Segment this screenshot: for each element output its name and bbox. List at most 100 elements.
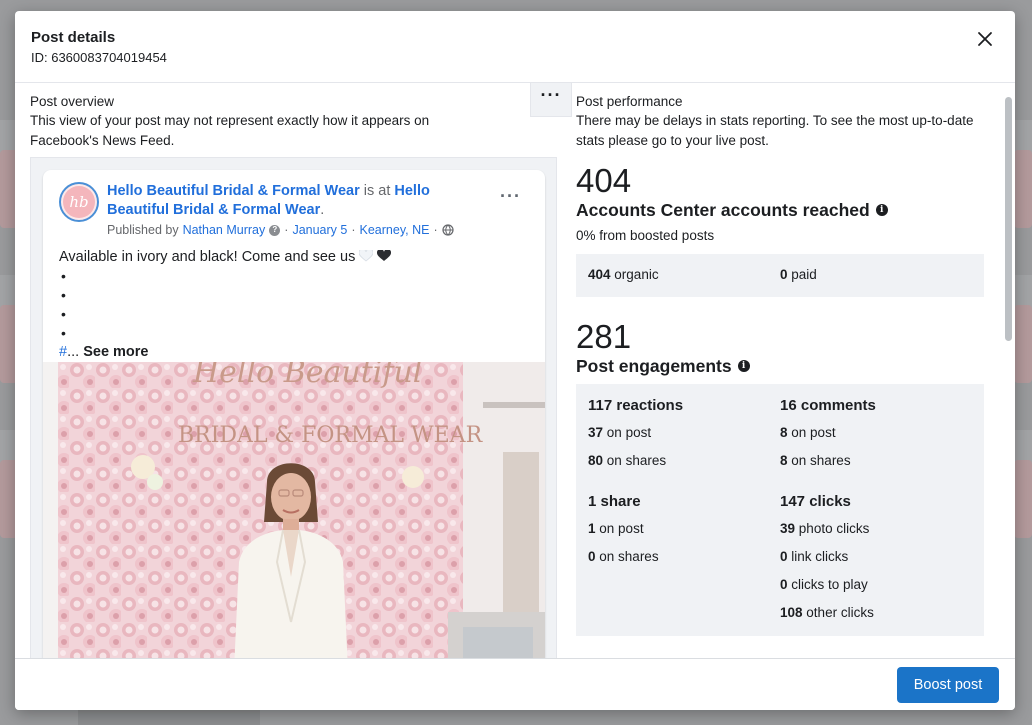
post-details-modal: Post details ID: 6360083704019454 Post o…	[15, 11, 1015, 710]
stat-label: clicks to play	[791, 577, 868, 592]
page-avatar[interactable]: hb	[59, 182, 99, 222]
globe-icon	[442, 224, 454, 236]
modal-body[interactable]: Post overview This view of your post may…	[15, 83, 1015, 658]
scrollbar-thumb[interactable]	[1005, 97, 1012, 341]
bullet-line: •	[61, 268, 66, 284]
organic-label: organic	[614, 267, 659, 282]
reactions-on-shares: 80 on shares	[588, 452, 780, 470]
close-icon	[978, 32, 992, 46]
clicks-title: 147 clicks	[780, 493, 851, 510]
paid-value: 0	[780, 267, 788, 282]
organic-stat: 404 organic	[588, 266, 780, 284]
comments-group: 16 comments 8 on post 8 on shares	[780, 396, 972, 470]
post-more-icon[interactable]: ···	[500, 186, 521, 207]
stat-value: 8	[780, 425, 788, 440]
post-date-link[interactable]: January 5	[292, 222, 347, 238]
reactions-title: 117 reactions	[588, 397, 684, 414]
stat-label: on post	[599, 521, 644, 536]
bullet-line: •	[61, 306, 66, 322]
black-heart-icon	[377, 250, 392, 261]
post-preview-card: hb Hello Beautiful Bridal & Formal Wear …	[43, 170, 545, 658]
period-text: .	[320, 202, 325, 218]
stat-value: 39	[780, 521, 796, 536]
stat-value: 0	[780, 577, 788, 592]
bullet-line: •	[61, 325, 66, 341]
close-button[interactable]	[973, 27, 997, 51]
page-name-link[interactable]: Hello Beautiful Bridal & Formal Wear	[107, 183, 360, 199]
meta-separator: ·	[284, 223, 289, 237]
more-icon: ···	[540, 85, 562, 105]
post-overview-section: Post overview This view of your post may…	[30, 83, 572, 658]
clicks-group: 147 clicks 39 photo clicks 0 link clicks…	[780, 492, 972, 622]
stat-label: on shares	[599, 549, 659, 564]
link-clicks: 0 link clicks	[780, 548, 972, 566]
ellipsis: ...	[67, 344, 80, 360]
post-performance-section: Post performance There may be delays in …	[576, 83, 984, 658]
engagements-metric: 281 Post engagements i 117 reactions 37 …	[576, 319, 984, 636]
modal-title: Post details	[31, 29, 116, 46]
engagements-label: Post engagements	[576, 356, 732, 376]
sign-subtitle: BRIDAL & FORMAL WEAR	[178, 423, 484, 448]
white-heart-icon	[359, 250, 374, 262]
reach-label: Accounts Center accounts reached	[576, 200, 870, 220]
see-more-link[interactable]: See more	[83, 344, 148, 360]
engagement-group-row: 117 reactions 37 on post 80 on shares 16…	[588, 396, 972, 470]
more-options-button[interactable]: ···	[530, 83, 572, 117]
is-at-text: is at	[359, 183, 395, 199]
background-thumbnail	[1014, 460, 1032, 538]
post-id: ID: 6360083704019454	[31, 50, 167, 65]
stat-label: other clicks	[806, 605, 874, 620]
post-body-text: Available in ivory and black! Come and s…	[59, 249, 356, 265]
stat-value: 0	[588, 549, 596, 564]
stat-label: on shares	[791, 453, 851, 468]
stat-label: on shares	[606, 453, 667, 468]
hashtag-link[interactable]: #	[59, 344, 67, 360]
stat-value: 1	[588, 521, 596, 536]
post-performance-description: There may be delays in stats reporting. …	[576, 113, 974, 148]
modal-header: Post details ID: 6360083704019454	[15, 11, 1015, 83]
photo-clicks: 39 photo clicks	[780, 520, 972, 538]
paid-label: paid	[791, 267, 817, 282]
stat-value: 8	[780, 453, 788, 468]
clicks-to-play: 0 clicks to play	[780, 576, 972, 594]
background-thumbnail	[1014, 305, 1032, 383]
boosted-note: 0% from boosted posts	[576, 228, 715, 243]
author-link[interactable]: Nathan Murray	[183, 222, 266, 238]
question-icon[interactable]: ?	[269, 224, 281, 236]
sign-script: Hello Beautiful	[192, 362, 422, 390]
bullet-line: •	[61, 287, 66, 303]
reach-value: 404	[576, 162, 632, 199]
stat-value: 108	[780, 605, 803, 620]
place-link[interactable]: Kearney, NE	[360, 222, 430, 238]
comments-on-shares: 8 on shares	[780, 452, 972, 470]
stat-label: on post	[606, 425, 652, 440]
engagement-group-row: 1 share 1 on post 0 on shares 147 clicks…	[588, 492, 972, 622]
stat-value: 80	[588, 453, 604, 468]
post-overview-title: Post overview	[30, 94, 115, 109]
info-icon[interactable]: i	[737, 360, 750, 372]
shares-on-post: 1 on post	[588, 520, 780, 538]
shares-group: 1 share 1 on post 0 on shares	[588, 492, 780, 622]
boost-post-button[interactable]: Boost post	[897, 667, 999, 703]
stat-value: 37	[588, 425, 604, 440]
vertical-scrollbar[interactable]	[1003, 85, 1013, 655]
stat-label: link clicks	[791, 549, 849, 564]
stat-label: on post	[791, 425, 836, 440]
meta-separator: ·	[351, 223, 356, 237]
info-icon[interactable]: i	[875, 204, 888, 216]
modal-footer: Boost post	[15, 658, 1015, 710]
post-text: Available in ivory and black! Come and s…	[59, 248, 392, 362]
engagements-title: Post engagements i	[576, 355, 984, 377]
reach-breakdown: 404 organic 0 paid	[576, 254, 984, 297]
organic-value: 404	[588, 267, 611, 282]
avatar-logo: hb	[63, 186, 95, 218]
post-photo-illustration: Hello Beautiful BRIDAL & FORMAL WEAR	[43, 362, 545, 658]
reach-row: 404 organic 0 paid	[588, 266, 972, 284]
reach-metric: 404 Accounts Center accounts reached i 0…	[576, 163, 984, 297]
stat-value: 0	[780, 549, 788, 564]
reach-title: Accounts Center accounts reached i	[576, 199, 984, 221]
paid-stat: 0 paid	[780, 266, 972, 284]
post-photo[interactable]: Hello Beautiful BRIDAL & FORMAL WEAR	[43, 362, 545, 658]
comments-title: 16 comments	[780, 397, 876, 414]
post-performance-title: Post performance	[576, 94, 683, 109]
